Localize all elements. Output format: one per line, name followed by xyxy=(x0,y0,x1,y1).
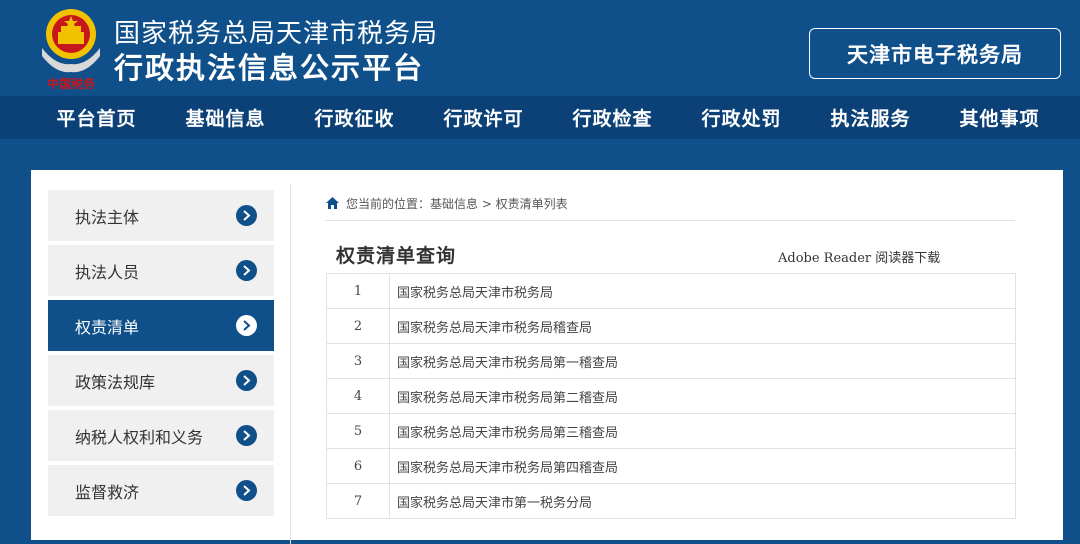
row-number: 6 xyxy=(326,448,390,484)
panel-title: 权责清单查询 xyxy=(336,245,457,267)
content-area: 执法主体 执法人员 权责清单 政策法规库 纳税人权利和义务 监督救济 您当前的位… xyxy=(31,170,1063,544)
row-number: 1 xyxy=(326,273,390,309)
sidebar-item-enforcement-subject[interactable]: 执法主体 xyxy=(48,190,274,241)
row-link[interactable]: 国家税务总局天津市税务局稽查局 xyxy=(389,308,1016,344)
nav-collection[interactable]: 行政征收 xyxy=(290,96,419,139)
table-row[interactable]: 6 国家税务总局天津市税务局第四稽查局 xyxy=(326,448,1016,484)
sidebar-item-label: 纳税人权利和义务 xyxy=(75,427,204,447)
adobe-reader-download-link[interactable]: Adobe Reader 阅读器下载 xyxy=(778,247,940,266)
table-row[interactable]: 4 国家税务总局天津市税务局第二稽查局 xyxy=(326,378,1016,414)
nav-penalty[interactable]: 行政处罚 xyxy=(677,96,806,139)
row-number: 3 xyxy=(326,343,390,379)
sidebar-item-label: 执法主体 xyxy=(75,207,140,227)
sidebar-item-taxpayer-rights[interactable]: 纳税人权利和义务 xyxy=(48,410,274,461)
sidebar-item-label: 政策法规库 xyxy=(75,372,156,392)
chevron-right-icon xyxy=(236,480,257,501)
table-row[interactable]: 3 国家税务总局天津市税务局第一稽查局 xyxy=(326,343,1016,379)
sidebar-item-label: 权责清单 xyxy=(75,317,140,337)
chevron-right-icon xyxy=(236,370,257,391)
table-row[interactable]: 5 国家税务总局天津市税务局第三稽查局 xyxy=(326,413,1016,449)
chevron-right-icon xyxy=(236,425,257,446)
breadcrumb-text: 您当前的位置：基础信息 > 权责清单列表 xyxy=(346,196,568,211)
power-list-table: 1 国家税务总局天津市税务局 2 国家税务总局天津市税务局稽查局 3 国家税务总… xyxy=(326,273,1016,519)
svg-text:中国税务: 中国税务 xyxy=(47,76,96,91)
row-link[interactable]: 国家税务总局天津市第一税务分局 xyxy=(389,483,1016,519)
sidebar-item-supervision[interactable]: 监督救济 xyxy=(48,465,274,516)
breadcrumb: 您当前的位置：基础信息 > 权责清单列表 xyxy=(325,186,1015,221)
row-link[interactable]: 国家税务总局天津市税务局第三稽查局 xyxy=(389,413,1016,449)
row-link[interactable]: 国家税务总局天津市税务局第一稽查局 xyxy=(389,343,1016,379)
nav-home[interactable]: 平台首页 xyxy=(32,96,161,139)
row-link[interactable]: 国家税务总局天津市税务局第四稽查局 xyxy=(389,448,1016,484)
chevron-right-icon xyxy=(236,205,257,226)
main-nav: 平台首页 基础信息 行政征收 行政许可 行政检查 行政处罚 执法服务 其他事项 xyxy=(0,96,1080,139)
chevron-right-icon xyxy=(236,315,257,336)
table-row[interactable]: 2 国家税务总局天津市税务局稽查局 xyxy=(326,308,1016,344)
etax-button[interactable]: 天津市电子税务局 xyxy=(809,28,1061,79)
row-link[interactable]: 国家税务总局天津市税务局第二稽查局 xyxy=(389,378,1016,414)
row-number: 2 xyxy=(326,308,390,344)
sidebar: 执法主体 执法人员 权责清单 政策法规库 纳税人权利和义务 监督救济 xyxy=(48,190,274,520)
site-title-line2: 行政执法信息公示平台 xyxy=(114,51,425,85)
sidebar-item-enforcement-staff[interactable]: 执法人员 xyxy=(48,245,274,296)
nav-inspection[interactable]: 行政检查 xyxy=(548,96,677,139)
sidebar-item-power-list[interactable]: 权责清单 xyxy=(48,300,274,351)
sidebar-item-label: 执法人员 xyxy=(75,262,140,282)
header: 中国税务 国家税务总局天津市税务局 行政执法信息公示平台 天津市电子税务局 xyxy=(0,0,1080,96)
nav-basic-info[interactable]: 基础信息 xyxy=(161,96,290,139)
chevron-right-icon xyxy=(236,260,257,281)
nav-licensing[interactable]: 行政许可 xyxy=(419,96,548,139)
table-row[interactable]: 1 国家税务总局天津市税务局 xyxy=(326,273,1016,309)
home-icon xyxy=(326,197,339,209)
site-title: 国家税务总局天津市税务局 行政执法信息公示平台 xyxy=(114,18,438,86)
sidebar-item-policy-library[interactable]: 政策法规库 xyxy=(48,355,274,406)
row-number: 5 xyxy=(326,413,390,449)
sidebar-item-label: 监督救济 xyxy=(75,482,140,502)
site-title-line1: 国家税务总局天津市税务局 xyxy=(114,19,439,49)
divider xyxy=(290,184,291,544)
tax-emblem-icon: 中国税务 xyxy=(42,9,100,91)
table-row[interactable]: 7 国家税务总局天津市第一税务分局 xyxy=(326,483,1016,519)
nav-other[interactable]: 其他事项 xyxy=(935,96,1064,139)
nav-service[interactable]: 执法服务 xyxy=(806,96,935,139)
row-link[interactable]: 国家税务总局天津市税务局 xyxy=(389,273,1016,309)
row-number: 4 xyxy=(326,378,390,414)
row-number: 7 xyxy=(326,483,390,519)
